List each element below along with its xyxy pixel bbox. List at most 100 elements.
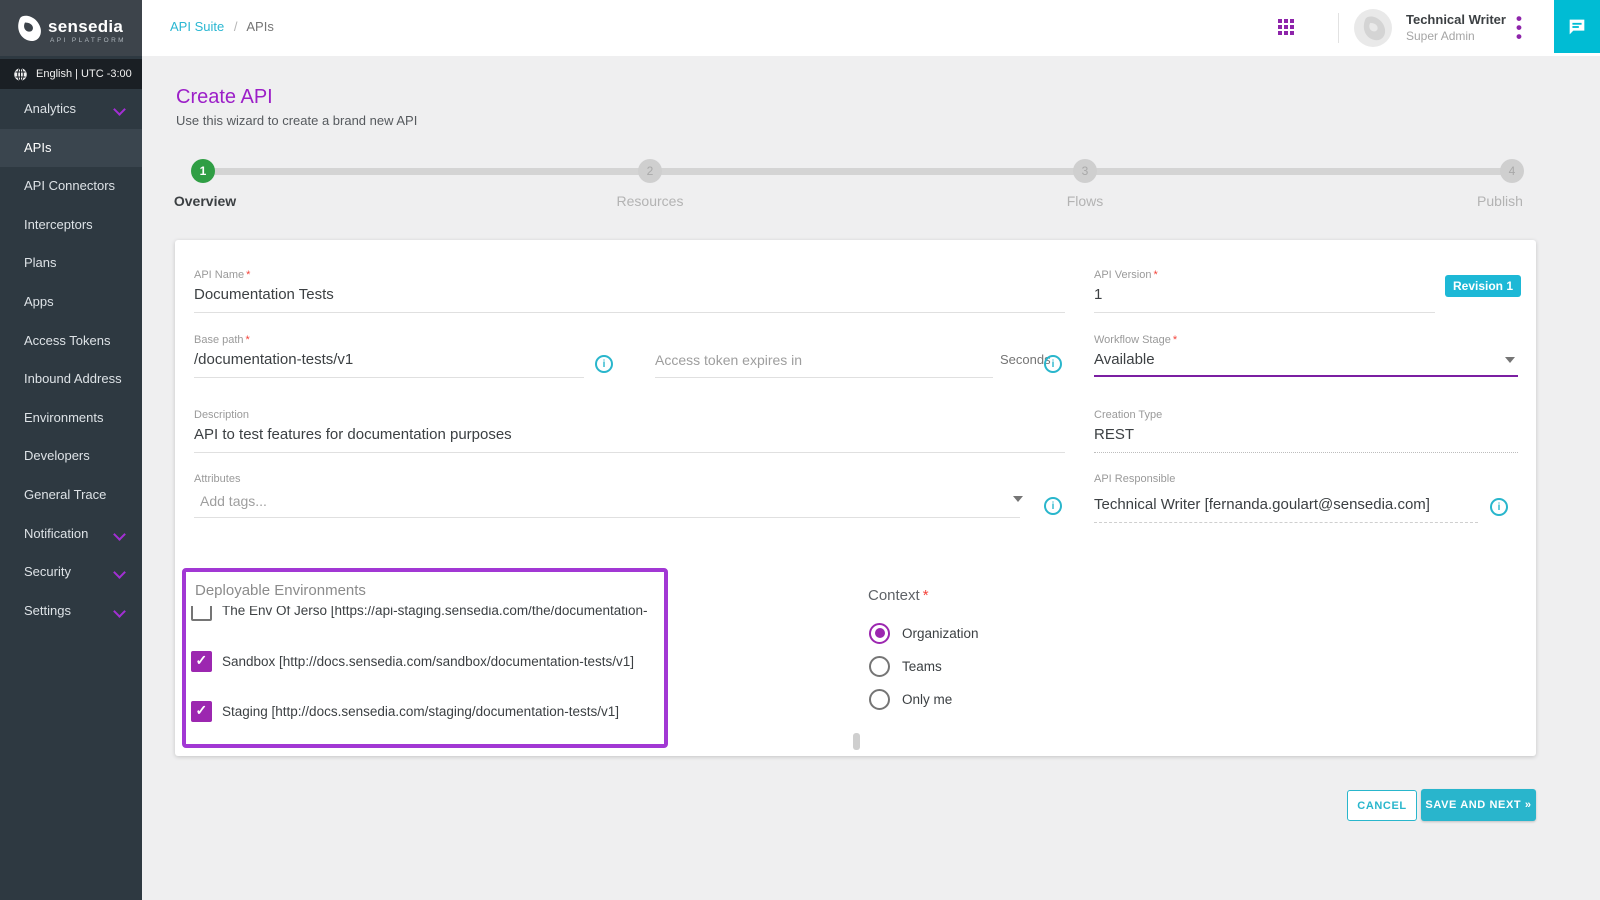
step-2-label: Resources xyxy=(617,193,684,209)
api-version-label: API Version* xyxy=(1094,269,1158,281)
breadcrumb: API Suite / APIs xyxy=(170,19,274,34)
main-content: Create API Use this wizard to create a b… xyxy=(142,56,1600,900)
language-bar[interactable]: English | UTC -3:00 xyxy=(0,59,142,89)
sidebar-item-label: Plans xyxy=(24,255,57,270)
api-name-field[interactable]: Documentation Tests xyxy=(194,286,334,303)
sidebar-item-label: General Trace xyxy=(24,487,106,502)
radio-selected[interactable] xyxy=(869,623,890,644)
workflow-stage-underline xyxy=(1094,375,1518,377)
access-token-suffix: Seconds xyxy=(1000,352,1051,367)
cancel-button[interactable]: CANCEL xyxy=(1347,790,1417,821)
chat-button[interactable] xyxy=(1554,0,1600,53)
sidebar-item-apps[interactable]: Apps xyxy=(0,283,142,322)
sidebar-item-developers[interactable]: Developers xyxy=(0,437,142,476)
attributes-label: Attributes xyxy=(194,473,240,485)
header-divider xyxy=(1338,13,1339,43)
sidebar-item-label: Notification xyxy=(24,526,88,541)
avatar-logo-icon xyxy=(1358,13,1388,43)
checkbox-checked[interactable] xyxy=(191,651,212,672)
context-option-organization[interactable]: Organization xyxy=(869,622,979,644)
user-name: Technical Writer xyxy=(1406,12,1506,27)
api-responsible-field[interactable]: Technical Writer [fernanda.goulart@sense… xyxy=(1094,496,1430,513)
chevron-down-icon xyxy=(113,528,126,541)
sidebar-item-analytics[interactable]: Analytics xyxy=(0,90,142,129)
sidebar-item-plans[interactable]: Plans xyxy=(0,244,142,283)
breadcrumb-separator: / xyxy=(234,19,238,34)
deployable-environments-title: Deployable Environments xyxy=(195,582,366,599)
step-4-circle[interactable]: 4 xyxy=(1500,159,1524,183)
base-path-field[interactable]: /documentation-tests/v1 xyxy=(194,351,353,368)
sidebar-item-interceptors[interactable]: Interceptors xyxy=(0,206,142,245)
context-label: Context* xyxy=(868,587,929,604)
sidebar-item-settings[interactable]: Settings xyxy=(0,592,142,631)
description-field[interactable]: API to test features for documentation p… xyxy=(194,426,512,443)
access-token-info-icon[interactable]: i xyxy=(1044,355,1062,373)
access-token-underline xyxy=(655,377,993,378)
attributes-info-icon[interactable]: i xyxy=(1044,497,1062,515)
description-underline xyxy=(194,452,1065,453)
brand-name: sensedia xyxy=(48,17,123,37)
sidebar-item-environments[interactable]: Environments xyxy=(0,399,142,438)
sidebar-item-security[interactable]: Security xyxy=(0,553,142,592)
api-version-field[interactable]: 1 xyxy=(1094,286,1102,303)
base-path-label: Base path* xyxy=(194,334,250,346)
chevron-down-icon xyxy=(113,103,126,116)
chevron-down-icon xyxy=(113,566,126,579)
radio-label: Only me xyxy=(902,692,952,707)
sidebar-item-access-tokens[interactable]: Access Tokens xyxy=(0,322,142,361)
base-path-info-icon[interactable]: i xyxy=(595,355,613,373)
api-name-underline xyxy=(194,312,1065,313)
api-responsible-info-icon[interactable]: i xyxy=(1490,498,1508,516)
workflow-stage-label: Workflow Stage* xyxy=(1094,334,1177,346)
logo-block[interactable]: sensedia API PLATFORM xyxy=(0,0,142,56)
sidebar-item-general-trace[interactable]: General Trace xyxy=(0,476,142,515)
context-option-teams[interactable]: Teams xyxy=(869,655,942,677)
context-option-only-me[interactable]: Only me xyxy=(869,688,952,710)
save-and-next-button[interactable]: SAVE AND NEXT » xyxy=(1421,789,1536,821)
environment-item[interactable]: The Env Of Jerso [https://api-staging.se… xyxy=(191,606,647,622)
environment-item[interactable]: Sandbox [http://docs.sensedia.com/sandbo… xyxy=(191,649,634,673)
sidebar-item-label: APIs xyxy=(24,140,51,155)
attributes-dropdown-icon[interactable] xyxy=(1013,496,1023,502)
globe-icon xyxy=(13,67,28,82)
sidebar-nav: Analytics APIs API Connectors Intercepto… xyxy=(0,90,142,630)
avatar[interactable] xyxy=(1354,9,1392,47)
sidebar-item-api-connectors[interactable]: API Connectors xyxy=(0,167,142,206)
environment-label: The Env Of Jerso [https://api-staging.se… xyxy=(222,606,647,618)
sidebar-item-apis[interactable]: APIs xyxy=(0,129,142,168)
attributes-field[interactable]: Add tags... xyxy=(200,493,267,509)
checkbox-checked[interactable] xyxy=(191,701,212,722)
sidebar-item-label: Access Tokens xyxy=(24,333,110,348)
step-3-label: Flows xyxy=(1067,193,1104,209)
step-3-circle[interactable]: 3 xyxy=(1073,159,1097,183)
page-title: Create API xyxy=(176,86,273,109)
language-label: English | UTC -3:00 xyxy=(36,68,132,80)
environments-list: The Env Of Jerso [https://api-staging.se… xyxy=(191,606,647,736)
kebab-menu-icon[interactable]: ••• xyxy=(1516,14,1522,41)
stepper-track xyxy=(203,168,1512,175)
page-subtitle: Use this wizard to create a brand new AP… xyxy=(176,113,417,128)
sidebar-item-notification[interactable]: Notification xyxy=(0,515,142,554)
sidebar-item-label: Environments xyxy=(24,410,103,425)
description-label: Description xyxy=(194,409,249,421)
checkbox-unchecked[interactable] xyxy=(191,606,212,621)
radio-label: Organization xyxy=(902,626,979,641)
top-header: API Suite / APIs Technical Writer Super … xyxy=(142,0,1600,57)
access-token-field[interactable]: Access token expires in xyxy=(655,352,802,368)
breadcrumb-api-suite[interactable]: API Suite xyxy=(170,19,224,34)
environment-item[interactable]: Staging [http://docs.sensedia.com/stagin… xyxy=(191,699,619,723)
workflow-stage-select[interactable]: Available xyxy=(1094,351,1155,368)
form-card: API Name* Documentation Tests API Versio… xyxy=(175,240,1536,756)
sidebar-item-inbound-address[interactable]: Inbound Address xyxy=(0,360,142,399)
workflow-stage-dropdown-icon[interactable] xyxy=(1505,357,1515,363)
step-1-circle[interactable]: 1 xyxy=(191,159,215,183)
radio-unselected[interactable] xyxy=(869,689,890,710)
step-4-label: Publish xyxy=(1477,193,1523,209)
api-responsible-label: API Responsible xyxy=(1094,473,1175,485)
step-2-circle[interactable]: 2 xyxy=(638,159,662,183)
chat-icon xyxy=(1566,16,1588,38)
sidebar-item-label: Security xyxy=(24,564,71,579)
apps-grid-icon[interactable] xyxy=(1278,19,1294,35)
radio-unselected[interactable] xyxy=(869,656,890,677)
scrollbar-thumb[interactable] xyxy=(853,733,860,750)
